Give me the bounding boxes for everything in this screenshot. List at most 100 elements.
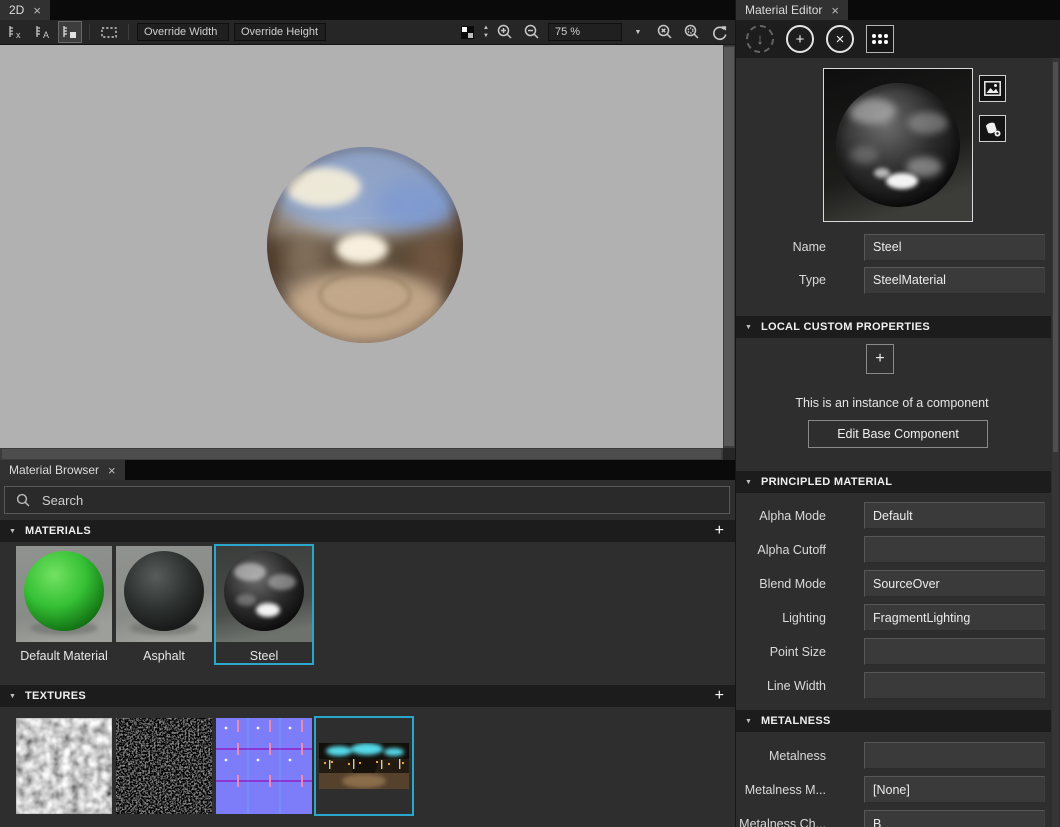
selection-bounds-icon[interactable] (98, 22, 120, 42)
material-item-asphalt[interactable]: Asphalt (114, 544, 214, 665)
material-editor-pane: Material Editor × ↓ + × (735, 0, 1060, 827)
lighting-field[interactable]: FragmentLighting (864, 604, 1045, 631)
alpha-mode-label: Alpha Mode (736, 509, 826, 523)
create-material-button[interactable]: + (786, 25, 814, 53)
tab-material-editor[interactable]: Material Editor × (736, 0, 848, 20)
tab-2d-close-icon[interactable]: × (33, 4, 41, 17)
material-item-default[interactable]: Default Material (14, 544, 114, 665)
override-width-input[interactable] (137, 23, 229, 41)
metalness-map-row: Metalness M... [None] (736, 776, 1045, 803)
texture-item-noise-fine[interactable] (114, 716, 214, 816)
viewport-horizontal-scrollbar[interactable] (0, 448, 723, 460)
tab-material-editor-label: Material Editor (745, 3, 822, 17)
viewport-horizontal-scrollbar-thumb[interactable] (2, 449, 721, 459)
ruler-clear-icon[interactable]: x (5, 22, 27, 42)
ruler-text-icon[interactable]: A (32, 22, 54, 42)
viewport-vertical-scrollbar[interactable] (723, 45, 735, 448)
preview-shape-button[interactable] (979, 115, 1006, 142)
material-item-steel[interactable]: Steel (214, 544, 314, 665)
background-checker-icon[interactable] (456, 22, 478, 42)
metalness-field[interactable] (864, 742, 1045, 769)
material-item-label: Steel (250, 649, 279, 663)
viewport-vertical-scrollbar-thumb[interactable] (724, 47, 734, 446)
svg-text:A: A (43, 30, 49, 40)
override-height-input[interactable] (234, 23, 326, 41)
edit-base-component-button[interactable]: Edit Base Component (808, 420, 988, 448)
local-custom-title: LOCAL CUSTOM PROPERTIES (761, 321, 930, 333)
tab-material-editor-close-icon[interactable]: × (831, 4, 839, 17)
material-item-label: Default Material (20, 649, 108, 663)
principled-collapse-icon[interactable]: ▼ (745, 479, 752, 486)
zoom-level-input[interactable] (548, 23, 622, 41)
metalness-row: Metalness (736, 742, 1045, 769)
zoom-dropdown-caret-icon[interactable]: ▼ (627, 22, 649, 42)
texture-item-normal-map[interactable] (214, 716, 314, 816)
search-box[interactable] (4, 486, 730, 514)
principled-material-header[interactable]: ▼ PRINCIPLED MATERIAL (736, 471, 1051, 493)
local-custom-collapse-icon[interactable]: ▼ (745, 324, 752, 331)
component-instance-note: This is an instance of a component (736, 396, 1048, 410)
alpha-mode-row: Alpha Mode Default (736, 502, 1045, 529)
ruler-fill-icon[interactable] (59, 22, 81, 42)
editor-scrollbar[interactable] (1052, 58, 1059, 827)
metalness-map-label: Metalness M... (736, 783, 826, 797)
plus-icon: + (875, 350, 884, 368)
zoom-step-spinner[interactable]: ▲ ▼ (483, 25, 489, 39)
textures-section-header[interactable]: ▼ TEXTURES + (0, 685, 735, 707)
zoom-fit-icon[interactable] (681, 22, 703, 42)
textures-collapse-icon[interactable]: ▼ (9, 693, 16, 700)
metalness-channel-row: Metalness Ch... B (736, 810, 1045, 827)
view2d-tabbar: 2D × (0, 0, 735, 20)
line-width-field[interactable] (864, 672, 1045, 699)
svg-text:x: x (16, 30, 21, 40)
viewport-2d-canvas[interactable] (0, 45, 723, 448)
add-custom-property-button[interactable]: + (866, 344, 894, 374)
spinner-up-icon[interactable]: ▲ (483, 25, 489, 31)
metalness-collapse-icon[interactable]: ▼ (745, 718, 752, 725)
alpha-cutoff-row: Alpha Cutoff (736, 536, 1045, 563)
material-preview-render (824, 69, 972, 221)
zoom-selection-icon[interactable] (654, 22, 676, 42)
apply-material-button[interactable]: ↓ (746, 25, 774, 53)
metalness-channel-field[interactable]: B (864, 810, 1045, 827)
delete-material-button[interactable]: × (826, 25, 854, 53)
add-texture-button[interactable]: + (713, 688, 726, 704)
preview-environment-button[interactable] (979, 75, 1006, 102)
tab-material-browser[interactable]: Material Browser × (0, 460, 125, 480)
material-preview[interactable] (823, 68, 973, 222)
name-field[interactable]: Steel (864, 234, 1045, 261)
materials-collapse-icon[interactable]: ▼ (9, 528, 16, 535)
materials-list: Default Material Asphalt (14, 544, 314, 665)
zoom-out-icon[interactable] (521, 22, 543, 42)
texture-item-environment[interactable] (314, 716, 414, 816)
search-input[interactable] (42, 493, 729, 508)
spinner-down-icon[interactable]: ▼ (483, 33, 489, 39)
environment-texture-thumbnail (319, 743, 409, 789)
tab-material-browser-close-icon[interactable]: × (108, 464, 116, 477)
type-label: Type (736, 273, 826, 287)
materials-section-header[interactable]: ▼ MATERIALS + (0, 520, 735, 542)
point-size-row: Point Size (736, 638, 1045, 665)
line-width-label: Line Width (736, 679, 826, 693)
blend-mode-label: Blend Mode (736, 577, 826, 591)
blend-mode-field[interactable]: SourceOver (864, 570, 1045, 597)
zoom-in-icon[interactable] (494, 22, 516, 42)
blend-mode-row: Blend Mode SourceOver (736, 570, 1045, 597)
local-custom-properties-header[interactable]: ▼ LOCAL CUSTOM PROPERTIES (736, 316, 1051, 338)
reset-view-icon[interactable] (708, 22, 730, 42)
type-row: Type SteelMaterial (736, 267, 1045, 293)
type-field[interactable]: SteelMaterial (864, 267, 1045, 294)
open-material-browser-button[interactable] (866, 25, 894, 53)
grid-dots-icon (872, 34, 888, 44)
tab-2d[interactable]: 2D × (0, 0, 50, 20)
alpha-cutoff-field[interactable] (864, 536, 1045, 563)
alpha-mode-field[interactable]: Default (864, 502, 1045, 529)
lighting-row: Lighting FragmentLighting (736, 604, 1045, 631)
point-size-field[interactable] (864, 638, 1045, 665)
shapes-icon (984, 120, 1002, 138)
metalness-header[interactable]: ▼ METALNESS (736, 710, 1051, 732)
texture-item-noise-soft[interactable] (14, 716, 114, 816)
editor-scrollbar-thumb[interactable] (1053, 62, 1058, 452)
metalness-map-field[interactable]: [None] (864, 776, 1045, 803)
add-material-button[interactable]: + (713, 523, 726, 539)
